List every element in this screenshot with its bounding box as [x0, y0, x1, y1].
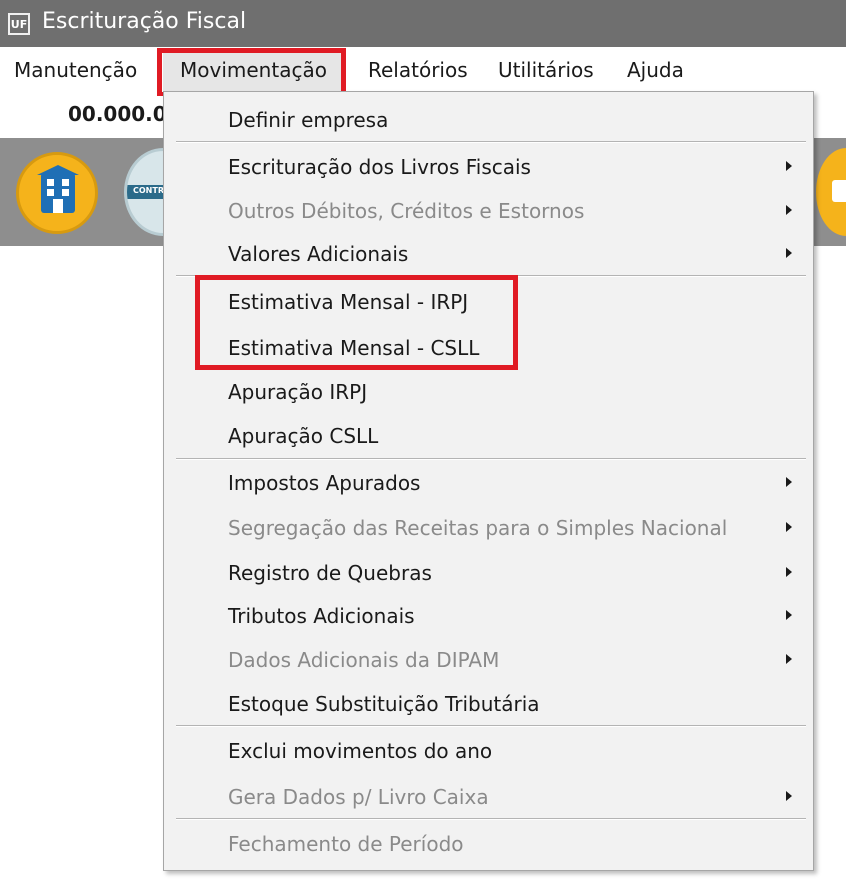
- submenu-arrow-icon: [786, 791, 792, 801]
- menu-item-apuracao-irpj[interactable]: Apuração IRPJ: [228, 380, 367, 404]
- menu-relatorios[interactable]: Relatórios: [368, 58, 468, 82]
- company-code: 00.000.0: [68, 102, 167, 126]
- submenu-arrow-icon: [786, 522, 792, 532]
- app-icon: UF: [8, 13, 30, 35]
- menu-item-valores-adicionais[interactable]: Valores Adicionais: [228, 242, 408, 266]
- title-bar: UF Escrituração Fiscal: [0, 0, 846, 47]
- menu-separator: [176, 458, 806, 460]
- submenu-arrow-icon: [786, 248, 792, 258]
- menu-item-registro-quebras[interactable]: Registro de Quebras: [228, 561, 432, 585]
- submenu-arrow-icon: [786, 161, 792, 171]
- submenu-arrow-icon: [786, 205, 792, 215]
- movimentacao-dropdown-menu: Definir empresa Escrituração dos Livros …: [163, 91, 814, 871]
- submenu-arrow-icon: [786, 477, 792, 487]
- menu-item-gera-livro-caixa: Gera Dados p/ Livro Caixa: [228, 785, 489, 809]
- toolbar-button-company[interactable]: [16, 152, 98, 234]
- contract-icon-label: CONTR: [133, 186, 164, 195]
- menu-item-outros-debitos: Outros Débitos, Créditos e Estornos: [228, 199, 585, 223]
- menu-item-apuracao-csll[interactable]: Apuração CSLL: [228, 424, 378, 448]
- menu-item-escrituracao-livros[interactable]: Escrituração dos Livros Fiscais: [228, 155, 531, 179]
- menu-manutencao[interactable]: Manutenção: [14, 58, 137, 82]
- menu-ajuda[interactable]: Ajuda: [627, 58, 684, 82]
- menu-item-impostos-apurados[interactable]: Impostos Apurados: [228, 471, 420, 495]
- menu-separator: [176, 141, 806, 143]
- building-icon: [37, 165, 79, 213]
- menu-separator: [176, 725, 806, 727]
- submenu-arrow-icon: [786, 654, 792, 664]
- menu-item-tributos-adicionais[interactable]: Tributos Adicionais: [228, 604, 415, 628]
- chat-icon: [832, 180, 846, 202]
- menu-separator: [176, 818, 806, 820]
- submenu-arrow-icon: [786, 567, 792, 577]
- menu-item-estoque-st[interactable]: Estoque Substituição Tributária: [228, 692, 540, 716]
- submenu-arrow-icon: [786, 610, 792, 620]
- highlight-box-estimativa: [195, 275, 518, 370]
- window-title: Escrituração Fiscal: [42, 9, 247, 34]
- menu-item-fechamento-periodo: Fechamento de Período: [228, 832, 464, 856]
- highlight-box-movimentacao: [157, 48, 346, 97]
- menu-item-definir-empresa[interactable]: Definir empresa: [228, 108, 388, 132]
- menu-item-segregacao-receitas: Segregação das Receitas para o Simples N…: [228, 516, 728, 540]
- menu-item-dados-dipam: Dados Adicionais da DIPAM: [228, 648, 500, 672]
- menu-utilitarios[interactable]: Utilitários: [498, 58, 594, 82]
- menu-item-exclui-movimentos[interactable]: Exclui movimentos do ano: [228, 739, 492, 763]
